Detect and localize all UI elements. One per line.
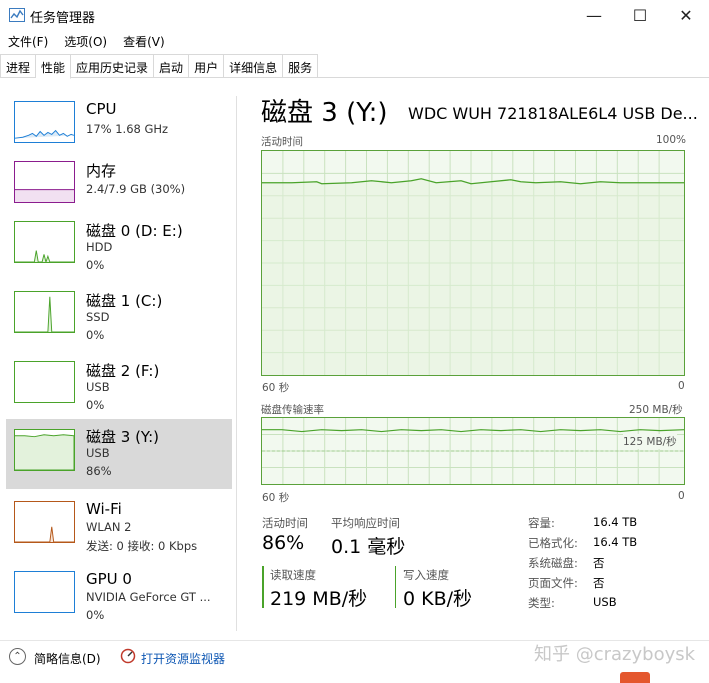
cpu-thumbnail-graph — [14, 101, 75, 143]
read-speed-value: 219 MB/秒 — [270, 588, 368, 610]
device-usage: 86% — [86, 464, 112, 478]
chevron-up-icon[interactable]: ⌃ — [9, 648, 26, 665]
watermark-logo — [620, 672, 650, 683]
disk-1-thumbnail-graph — [14, 291, 75, 333]
disk-2-thumbnail-graph — [14, 361, 75, 403]
device-name: 磁盘 2 (F:) — [86, 362, 160, 380]
type-value: USB — [593, 595, 617, 609]
menu-bar: 文件(F) 选项(O) 查看(V) — [0, 31, 173, 51]
write-speed-value: 0 KB/秒 — [403, 588, 473, 610]
device-type: SSD — [86, 310, 110, 324]
tab-strip: 进程 性能 应用历史记录 启动 用户 详细信息 服务 — [0, 54, 709, 79]
tab-performance[interactable]: 性能 — [36, 54, 72, 79]
active-time-graph — [261, 150, 685, 376]
system-disk-label: 系统磁盘: — [528, 556, 578, 570]
device-item-disk-0[interactable]: 磁盘 0 (D: E:) HDD 0% — [6, 213, 232, 283]
title-bar: 任务管理器 — ☐ ✕ — [0, 0, 709, 32]
device-usage: 0% — [86, 258, 105, 272]
tab-details[interactable]: 详细信息 — [224, 54, 284, 77]
disk-0-thumbnail-graph — [14, 221, 75, 263]
task-manager-icon — [9, 8, 25, 22]
formatted-label: 已格式化: — [528, 536, 578, 550]
device-name: 内存 — [86, 162, 117, 180]
device-detail: 2.4/7.9 GB (30%) — [86, 182, 186, 196]
type-label: 类型: — [528, 596, 555, 610]
device-type: USB — [86, 380, 110, 394]
tab-processes[interactable]: 进程 — [0, 54, 37, 77]
write-speed-indicator — [395, 566, 396, 608]
device-item-gpu[interactable]: GPU 0 NVIDIA GeForce GT ... 0% — [6, 563, 232, 633]
device-name: Wi-Fi — [86, 500, 122, 518]
device-item-disk-2[interactable]: 磁盘 2 (F:) USB 0% — [6, 353, 232, 423]
capacity-value: 16.4 TB — [593, 515, 638, 529]
read-speed-label: 读取速度 — [270, 568, 316, 582]
active-time-value: 86% — [262, 532, 305, 554]
device-name: CPU — [86, 100, 117, 118]
transfer-rate-graph-label: 磁盘传输速率 — [261, 404, 324, 416]
write-speed-label: 写入速度 — [403, 568, 449, 582]
device-usage: 0% — [86, 608, 105, 622]
device-name: GPU 0 — [86, 570, 132, 588]
disk-3-thumbnail-graph — [14, 429, 75, 471]
menu-file[interactable]: 文件(F) — [0, 31, 56, 51]
device-type: HDD — [86, 240, 113, 254]
device-type: USB — [86, 446, 110, 460]
device-type: NVIDIA GeForce GT ... — [86, 590, 211, 604]
watermark: 知乎 @crazyboysk — [534, 644, 696, 665]
active-time-label: 活动时间 — [262, 516, 308, 530]
disk-model: WDC WUH 721818ALE6L4 USB De... — [408, 104, 698, 123]
maximize-button[interactable]: ☐ — [617, 0, 663, 30]
active-time-graph-time: 60 秒 — [262, 382, 290, 394]
menu-view[interactable]: 查看(V) — [115, 31, 173, 51]
response-time-value: 0.1 毫秒 — [331, 536, 406, 558]
device-name: 磁盘 0 (D: E:) — [86, 222, 183, 240]
device-item-disk-1[interactable]: 磁盘 1 (C:) SSD 0% — [6, 283, 232, 353]
device-type: WLAN 2 — [86, 520, 132, 534]
active-time-graph-label: 活动时间 — [261, 136, 303, 148]
device-list: CPU 17% 1.68 GHz 内存 2.4/7.9 GB (30%) 磁盘 … — [0, 79, 237, 639]
open-resource-monitor-link[interactable]: 打开资源监视器 — [141, 650, 225, 667]
device-usage: 0% — [86, 398, 105, 412]
page-file-label: 页面文件: — [528, 576, 578, 590]
device-detail: 17% 1.68 GHz — [86, 122, 169, 136]
minimize-button[interactable]: — — [571, 0, 617, 30]
gpu-thumbnail-graph — [14, 571, 75, 613]
device-throughput: 发送: 0 接收: 0 Kbps — [86, 539, 198, 553]
transfer-rate-graph-mid: 125 MB/秒 — [623, 434, 677, 449]
system-disk-value: 否 — [593, 556, 605, 570]
panel-divider — [236, 96, 237, 631]
device-name: 磁盘 1 (C:) — [86, 292, 163, 310]
page-file-value: 否 — [593, 576, 605, 590]
device-name: 磁盘 3 (Y:) — [86, 428, 160, 446]
menu-options[interactable]: 选项(O) — [56, 31, 115, 51]
tab-startup[interactable]: 启动 — [154, 54, 190, 77]
device-item-wifi[interactable]: Wi-Fi WLAN 2 发送: 0 接收: 0 Kbps — [6, 493, 232, 563]
transfer-rate-graph-time: 60 秒 — [262, 492, 290, 504]
device-item-disk-3[interactable]: 磁盘 3 (Y:) USB 86% — [6, 419, 232, 489]
transfer-rate-graph-min: 0 — [678, 490, 685, 502]
tab-app-history[interactable]: 应用历史记录 — [71, 54, 155, 77]
device-usage: 0% — [86, 328, 105, 342]
memory-thumbnail-graph — [14, 161, 75, 203]
capacity-label: 容量: — [528, 516, 555, 530]
transfer-rate-graph-max: 250 MB/秒 — [629, 404, 683, 416]
wifi-thumbnail-graph — [14, 501, 75, 543]
active-time-graph-min: 0 — [678, 380, 685, 392]
tab-services[interactable]: 服务 — [283, 54, 319, 77]
detail-title: 磁盘 3 (Y:) — [261, 98, 388, 128]
active-time-graph-max: 100% — [656, 134, 687, 146]
transfer-rate-graph — [261, 417, 685, 485]
fewer-details-link[interactable]: 简略信息(D) — [34, 650, 101, 667]
response-time-label: 平均响应时间 — [331, 516, 400, 530]
close-button[interactable]: ✕ — [663, 0, 709, 30]
window-title: 任务管理器 — [30, 11, 96, 26]
tab-users[interactable]: 用户 — [189, 54, 225, 77]
formatted-value: 16.4 TB — [593, 535, 638, 549]
read-speed-indicator — [262, 566, 264, 608]
resource-monitor-icon[interactable] — [120, 648, 136, 664]
